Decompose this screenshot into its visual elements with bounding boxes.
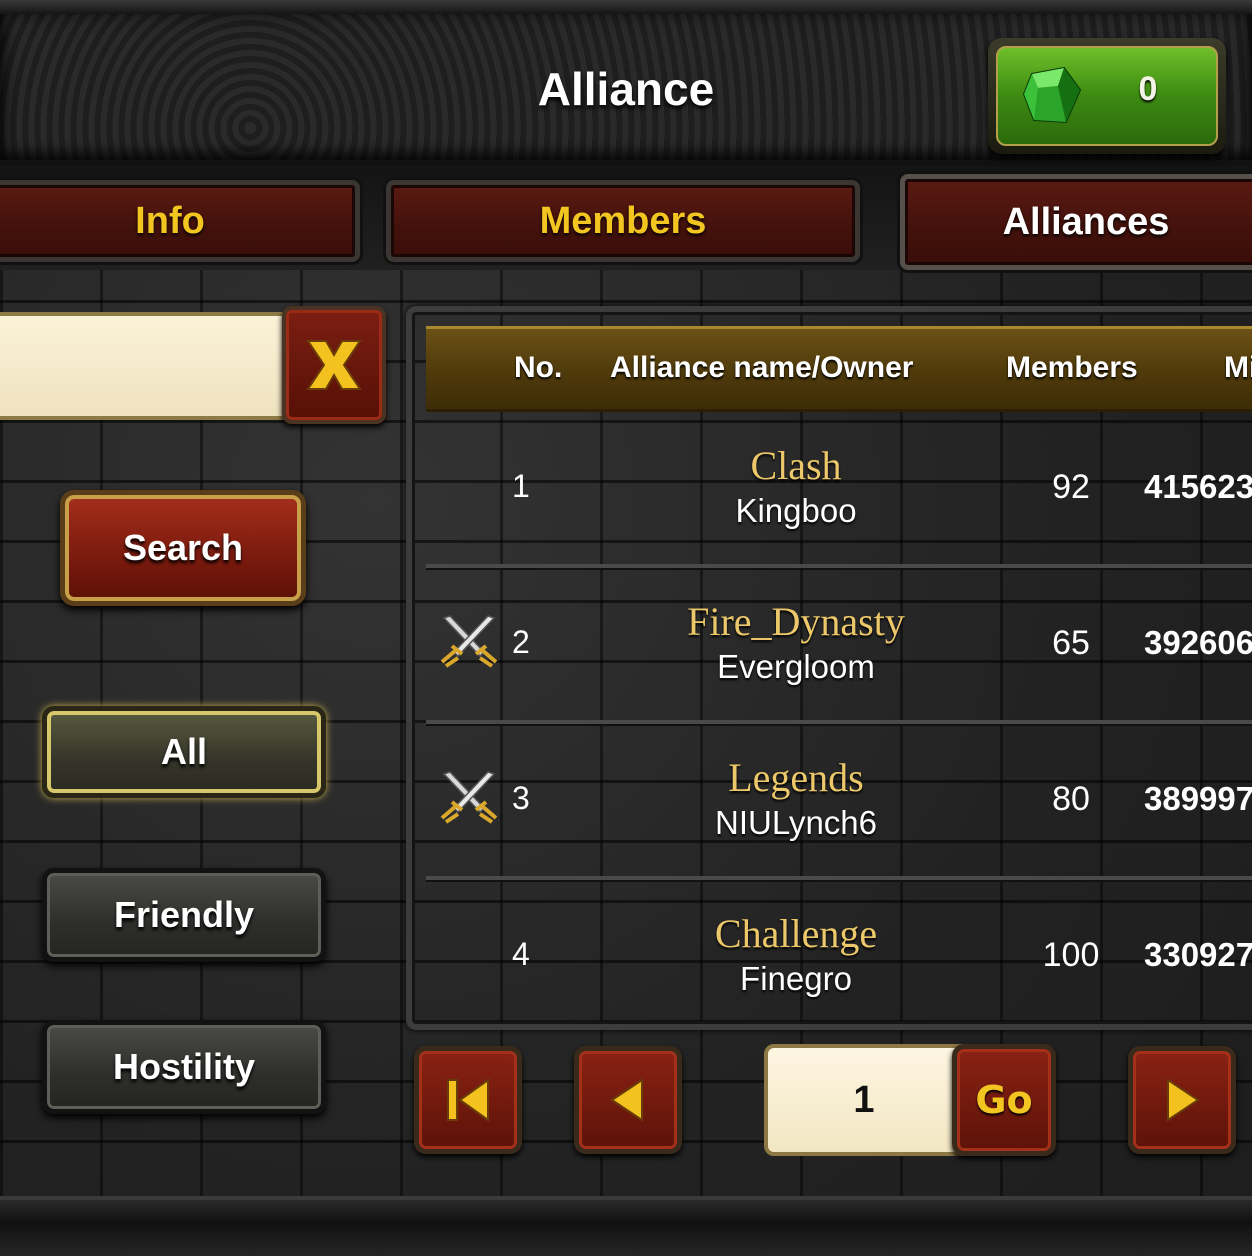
tab-members[interactable]: Members — [386, 180, 860, 262]
alliance-owner: Finegro — [740, 960, 852, 997]
rank-cell: 4 — [512, 936, 530, 972]
first-page-icon — [447, 1078, 489, 1122]
page-number-input[interactable]: 1 — [764, 1044, 964, 1156]
rank-cell: 3 — [512, 780, 530, 816]
prev-page-button[interactable] — [574, 1046, 682, 1154]
tab-bar: Info Members Alliances — [0, 166, 1252, 270]
member-count: 80 — [1052, 780, 1090, 818]
member-count: 92 — [1052, 468, 1090, 506]
alliance-name: Legends — [728, 755, 864, 800]
header-bar: Alliance 0 — [0, 0, 1252, 166]
alliance-name: Challenge — [714, 911, 878, 956]
alliance-table: No. Alliance name/Owner Members Mi 1 Cla… — [406, 306, 1252, 1030]
gem-balance[interactable]: 0 — [988, 38, 1226, 154]
rank-cell: 2 — [512, 624, 530, 660]
gem-count: 0 — [1138, 70, 1158, 108]
table-row[interactable]: 1 Clash Kingboo 92 415623 — [426, 412, 1252, 568]
column-header-power: Mi — [1224, 351, 1252, 384]
search-button[interactable]: Search — [60, 490, 306, 606]
member-count: 65 — [1052, 624, 1090, 662]
tab-info[interactable]: Info — [0, 180, 360, 262]
column-header-name: Alliance name/Owner — [610, 351, 914, 384]
filter-friendly-button[interactable]: Friendly — [42, 868, 326, 962]
emerald-gem-icon — [1022, 66, 1082, 124]
table-row[interactable]: 4 Challenge Finegro 100 330927 — [426, 880, 1252, 1024]
filter-hostility-button[interactable]: Hostility — [42, 1020, 326, 1114]
crossed-swords-icon — [440, 771, 498, 824]
alliance-name: Fire_Dynasty — [687, 599, 905, 644]
alliance-power: 330927 — [1144, 936, 1252, 973]
go-button[interactable]: Go — [952, 1044, 1056, 1156]
alliance-power: 392606 — [1144, 624, 1252, 661]
crossed-swords-icon — [440, 615, 498, 668]
filter-panel: Search All Friendly Hostility — [0, 276, 408, 1252]
alliance-owner: NIULynch6 — [714, 804, 878, 841]
alliance-owner: Evergloom — [717, 648, 875, 685]
column-header-members: Members — [1006, 351, 1138, 384]
alliance-power: 389997 — [1144, 780, 1252, 817]
filter-all-button[interactable]: All — [42, 706, 326, 798]
bottom-frame — [0, 1196, 1252, 1256]
first-page-button[interactable] — [414, 1046, 522, 1154]
member-count: 100 — [1042, 936, 1100, 974]
prev-page-icon — [610, 1078, 643, 1122]
alliance-name: Clash — [750, 443, 842, 488]
next-page-button[interactable] — [1128, 1046, 1236, 1154]
column-header-no: No. — [514, 351, 563, 384]
close-x-icon — [306, 340, 362, 390]
alliance-owner: Kingboo — [735, 492, 857, 529]
table-header: No. Alliance name/Owner Members Mi — [426, 326, 1252, 412]
table-row[interactable]: 2 Fire_Dynasty Evergloom 65 392606 — [426, 568, 1252, 724]
search-input[interactable] — [0, 312, 290, 420]
rank-cell: 1 — [512, 468, 530, 504]
tab-alliances[interactable]: Alliances — [900, 174, 1252, 270]
gem-balance-inner: 0 — [996, 46, 1218, 146]
next-page-icon — [1167, 1078, 1200, 1122]
clear-search-button[interactable] — [282, 306, 386, 424]
alliance-power: 415623 — [1144, 468, 1252, 505]
table-row[interactable]: 3 Legends NIULynch6 80 389997 — [426, 724, 1252, 880]
